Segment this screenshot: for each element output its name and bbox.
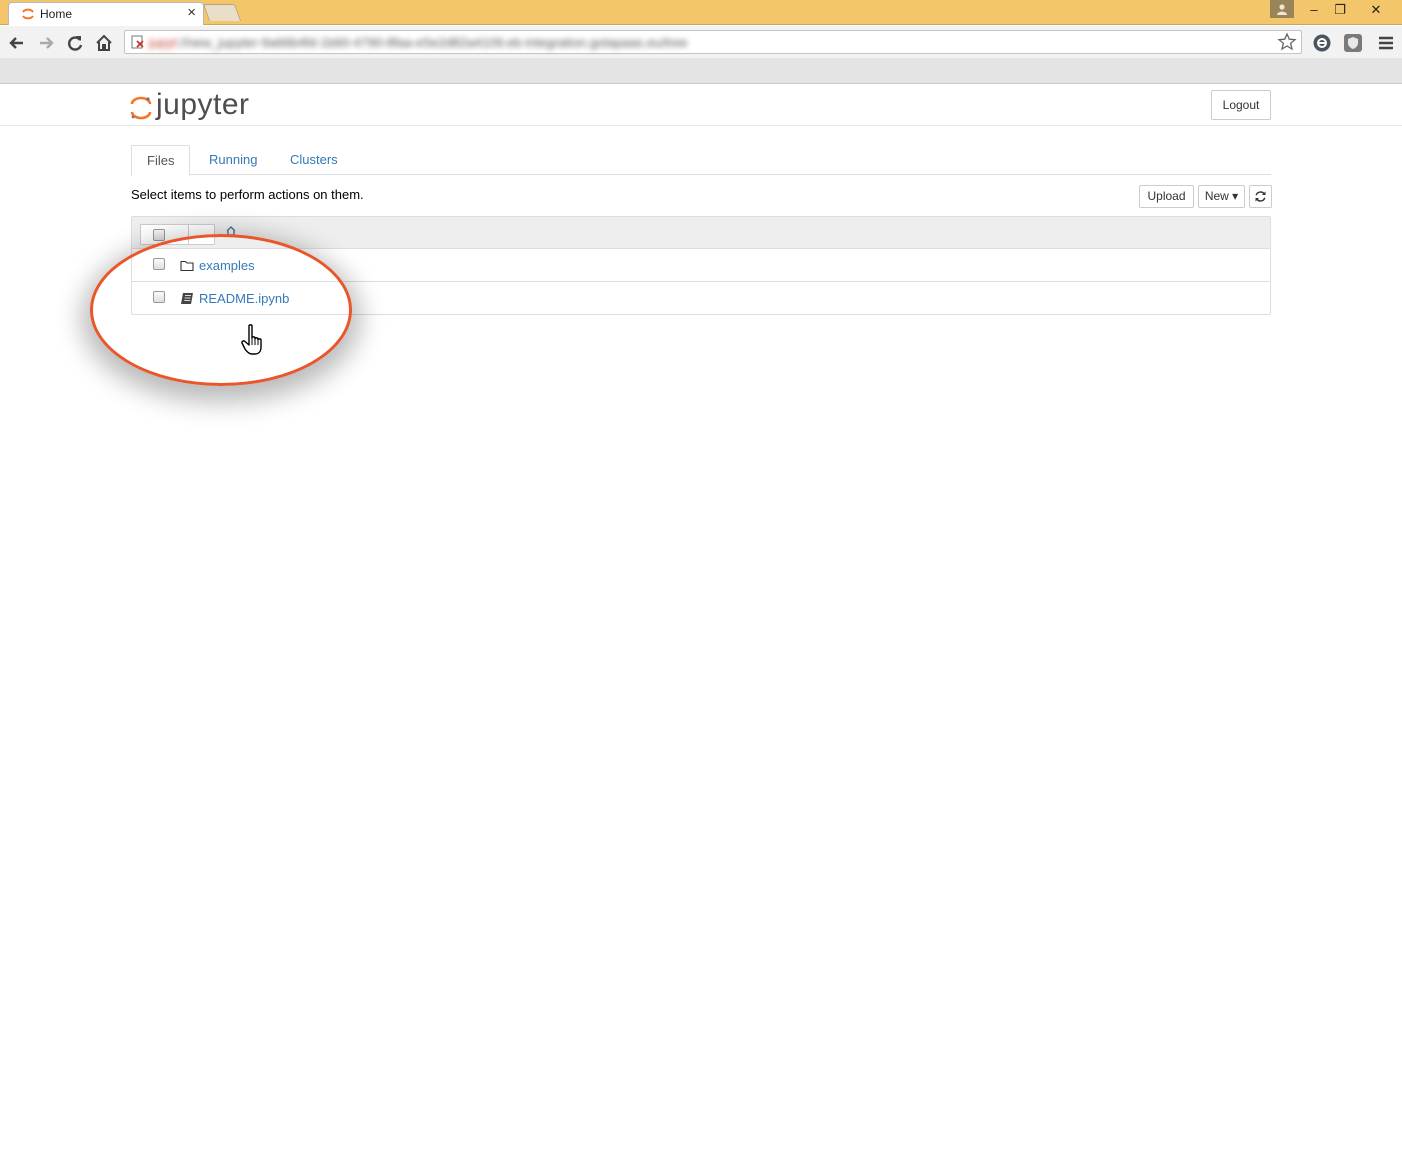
selection-hint: Select items to perform actions on them. (131, 187, 364, 202)
restore-button[interactable]: ❐ (1326, 0, 1354, 20)
user-profile-button[interactable] (1270, 0, 1294, 18)
reload-icon[interactable] (64, 32, 86, 54)
upload-button[interactable]: Upload (1139, 185, 1194, 208)
notebook-link[interactable]: README.ipynb (199, 291, 289, 306)
person-icon (1277, 4, 1287, 15)
refresh-button[interactable] (1249, 185, 1272, 208)
file-list-header (132, 217, 1270, 249)
browser-menu-icon[interactable] (1376, 33, 1396, 53)
jupyter-favicon-icon (22, 8, 34, 20)
tab-running[interactable]: Running (194, 145, 272, 175)
browser-tab-title: Home (40, 7, 73, 21)
insecure-page-icon[interactable] (131, 35, 145, 49)
folder-icon (180, 260, 194, 272)
address-scheme: jupyt (149, 35, 177, 50)
list-item: README.ipynb (132, 282, 1270, 315)
address-bar[interactable]: jupyt://new_jupyter-9a66b4fd-1b60-4790-8… (124, 30, 1302, 54)
extension-shield-icon[interactable] (1343, 33, 1363, 53)
notebook-tabs: Files Running Clusters (131, 145, 1271, 176)
hand-cursor-icon (241, 324, 262, 355)
jupyter-header: jupyter Logout (0, 85, 1402, 126)
file-list: examples README.ipynb (131, 216, 1271, 315)
close-window-button[interactable]: ✕ (1362, 0, 1390, 20)
item-checkbox[interactable] (153, 291, 165, 303)
back-icon[interactable] (6, 32, 28, 54)
new-tab-button[interactable] (202, 4, 242, 21)
list-item: examples (132, 249, 1270, 282)
item-checkbox[interactable] (153, 258, 165, 270)
select-all-dropdown[interactable] (140, 224, 215, 245)
home-icon[interactable] (93, 32, 115, 54)
address-path: ://new_jupyter-9a66b4fd-1b60-4790-8faa-e… (176, 35, 688, 50)
select-dropdown-divider (188, 225, 189, 244)
logout-button[interactable]: Logout (1211, 90, 1271, 120)
minimize-button[interactable]: – (1300, 0, 1328, 20)
folder-link[interactable]: examples (199, 258, 255, 273)
browser-titlebar: Home × – ❐ ✕ (0, 0, 1402, 25)
tab-files[interactable]: Files (131, 145, 191, 176)
jupyter-logo[interactable]: jupyter (130, 88, 270, 123)
new-dropdown-button[interactable]: New ▾ (1198, 185, 1245, 208)
address-url: jupyt://new_jupyter-9a66b4fd-1b60-4790-8… (149, 35, 687, 50)
select-all-checkbox[interactable] (153, 229, 165, 241)
home-breadcrumb-icon[interactable] (226, 226, 236, 236)
bookmark-star-icon[interactable] (1277, 32, 1297, 52)
jupyter-logo-icon (130, 96, 152, 120)
tab-clusters[interactable]: Clusters (275, 145, 353, 175)
forward-icon[interactable] (35, 32, 57, 54)
refresh-icon (1255, 191, 1266, 202)
browser-tab-home[interactable]: Home × (8, 2, 204, 25)
tab-close-icon[interactable]: × (187, 4, 196, 21)
bookmarks-bar (0, 58, 1402, 84)
extension-e-icon[interactable] (1312, 33, 1332, 53)
notebook-icon (181, 293, 193, 304)
jupyter-logo-text: jupyter (156, 88, 250, 121)
browser-toolbar: jupyt://new_jupyter-9a66b4fd-1b60-4790-8… (0, 26, 1402, 58)
